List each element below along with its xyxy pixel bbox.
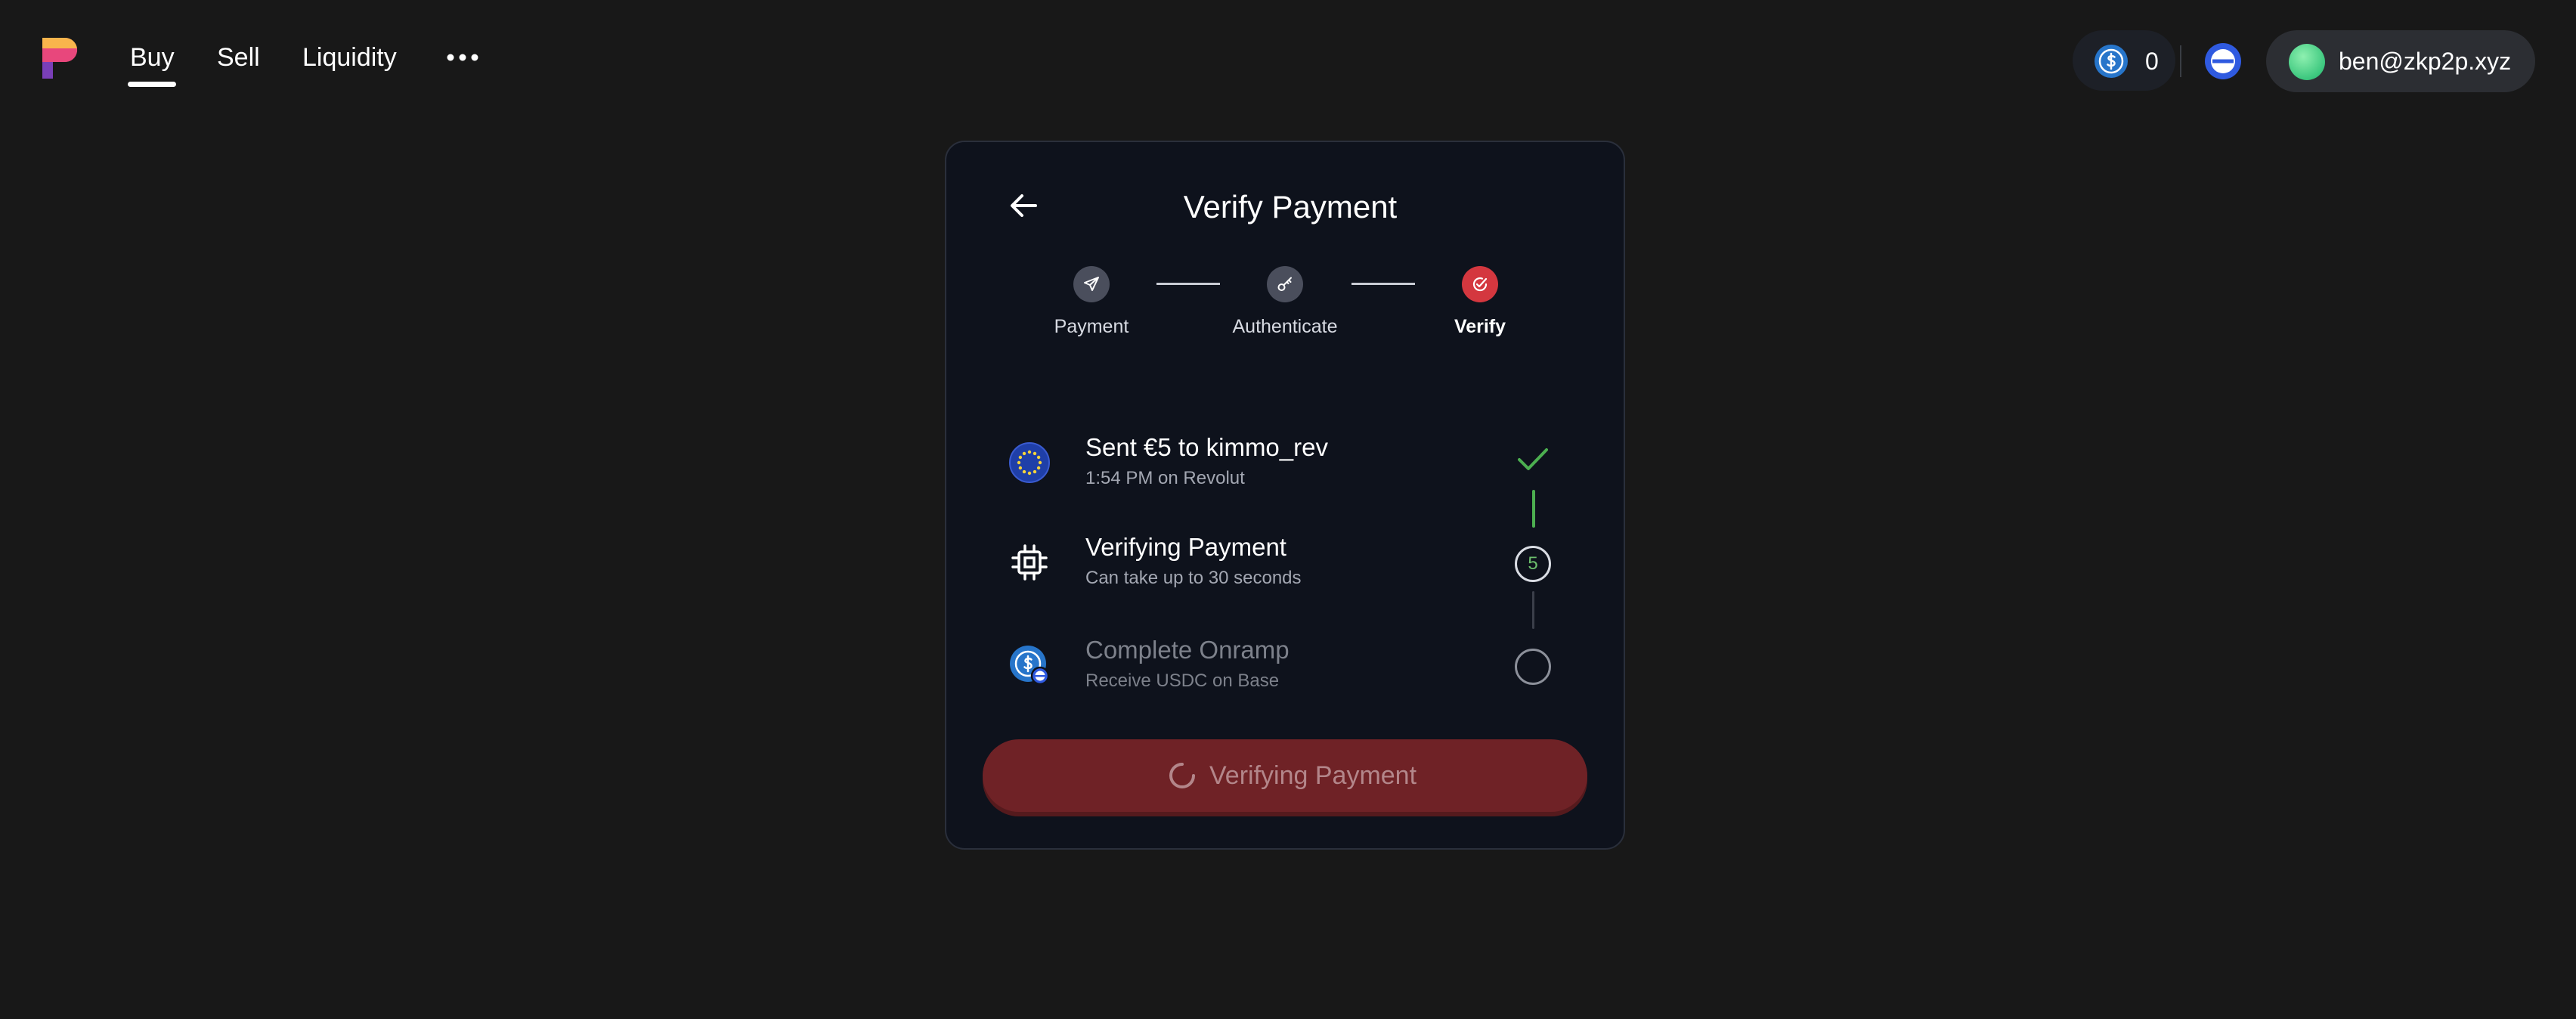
ellipsis-icon[interactable] (446, 47, 479, 68)
header-divider (2180, 45, 2181, 77)
step-connector (1351, 283, 1415, 285)
check-circle-icon (1472, 277, 1488, 292)
step-verify (1462, 266, 1498, 302)
account-email: ben@zkp2p.xyz (2339, 48, 2512, 75)
avatar (2289, 44, 2325, 80)
step-label-verify: Verify (1454, 316, 1506, 337)
zkp2p-logo[interactable] (38, 35, 80, 82)
pending-status-circle (1515, 649, 1551, 685)
sent-payment-title: Sent €5 to kimmo_rev (1085, 433, 1328, 461)
checkmark-icon (1518, 448, 1548, 470)
verifying-payment-button-label: Verifying Payment (1209, 761, 1417, 790)
step-connector (1156, 283, 1220, 285)
verifying-payment-subtitle: Can take up to 30 seconds (1085, 568, 1302, 588)
verifying-payment-button[interactable]: Verifying Payment (983, 739, 1587, 812)
countdown-timer: 5 (1515, 546, 1551, 582)
usdc-base-icon (1010, 646, 1050, 686)
verifying-payment-title: Verifying Payment (1085, 533, 1286, 561)
sent-payment-subtitle: 1:54 PM on Revolut (1085, 468, 1245, 488)
step-label-payment: Payment (1054, 316, 1129, 337)
balance-button[interactable]: 0 (2073, 30, 2175, 91)
key-icon (1277, 277, 1292, 291)
step-payment (1073, 266, 1110, 302)
nav-sell[interactable]: Sell (217, 39, 260, 76)
progress-track-pending (1532, 591, 1534, 629)
spinner-icon (1169, 763, 1195, 788)
complete-onramp-subtitle: Receive USDC on Base (1085, 671, 1280, 691)
nav-liquidity[interactable]: Liquidity (302, 39, 397, 76)
step-authenticate (1267, 266, 1303, 302)
balance-amount: 0 (2145, 48, 2159, 75)
base-chain-icon[interactable] (2204, 42, 2242, 80)
page-title: Verify Payment (1183, 189, 1398, 225)
step-label-authenticate: Authenticate (1232, 316, 1338, 337)
nav-active-indicator (128, 82, 176, 87)
complete-onramp-title: Complete Onramp (1085, 636, 1290, 664)
progress-track-complete (1532, 490, 1535, 528)
usdc-icon (2095, 45, 2128, 78)
account-button[interactable]: ben@zkp2p.xyz (2266, 30, 2535, 92)
euro-flag-icon (1009, 442, 1050, 483)
cpu-chip-icon (1011, 544, 1048, 581)
top-navigation: Buy Sell Liquidity 0 ben@zkp2p.xyz (0, 0, 2576, 121)
verify-payment-card: Verify Payment Payment Authenticate Veri… (945, 141, 1625, 850)
paper-plane-icon (1084, 277, 1099, 291)
nav-buy[interactable]: Buy (130, 39, 175, 76)
